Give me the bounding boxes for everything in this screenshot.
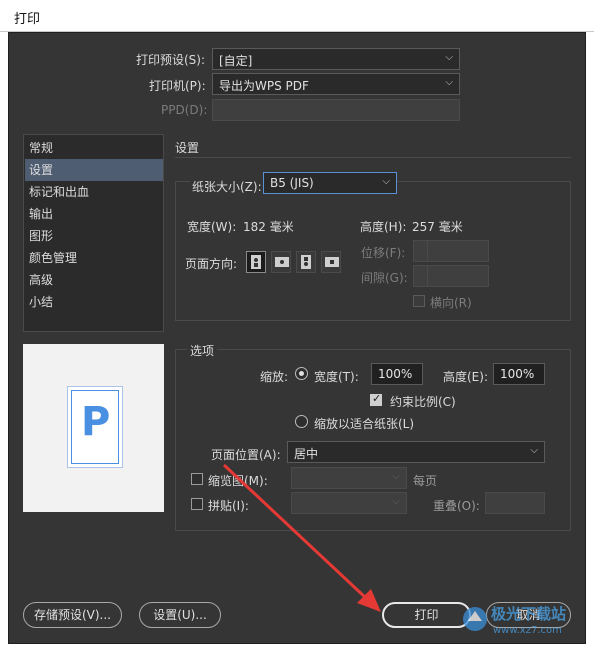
- annotation-arrow: [222, 463, 381, 612]
- print-dialog: 打印预设(S): [自定] ⌵ 打印机(P): 导出为WPS PDF ⌵ PPD…: [8, 32, 586, 644]
- title-bar: 打印: [0, 0, 594, 32]
- window-title: 打印: [14, 12, 41, 27]
